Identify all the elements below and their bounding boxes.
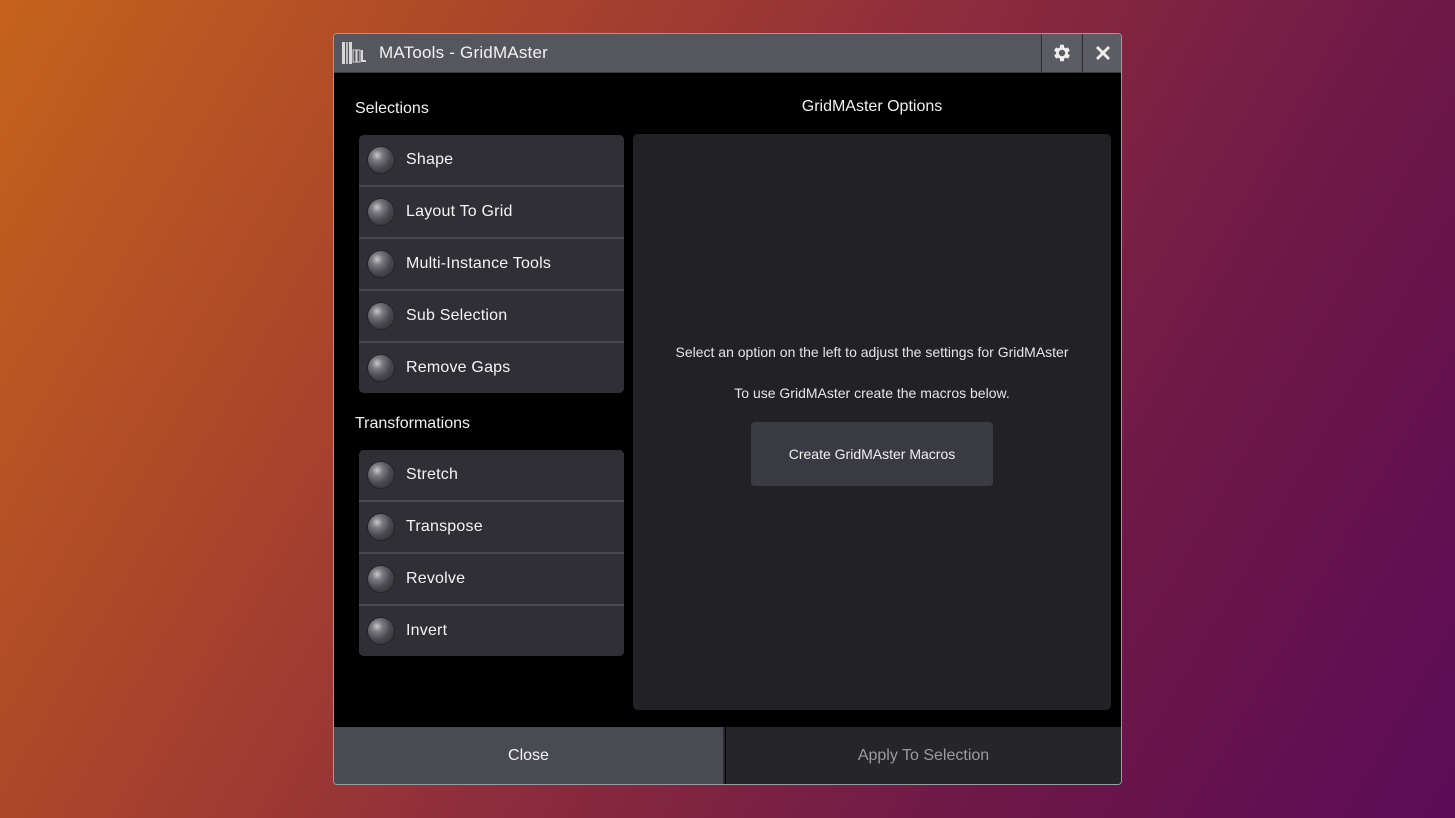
selection-item-shape[interactable]: Shape [359,135,624,187]
transformation-item-stretch[interactable]: Stretch [359,450,624,502]
selection-item-label: Multi-Instance Tools [406,255,552,272]
options-macro-hint: To use GridMAster create the macros belo… [734,385,1010,401]
options-panel: Select an option on the left to adjust t… [633,134,1111,710]
radio-ball-icon [368,462,394,488]
close-icon [1095,46,1110,60]
settings-button[interactable] [1041,34,1081,72]
selection-item-label: Layout To Grid [406,203,513,220]
selections-heading: Selections [355,100,429,117]
create-macros-button[interactable]: Create GridMAster Macros [751,422,993,486]
transformation-item-label: Revolve [406,570,466,587]
transformation-item-label: Invert [406,622,448,639]
options-heading: GridMAster Options [801,98,943,115]
selection-item-layout-to-grid[interactable]: Layout To Grid [359,187,624,239]
radio-ball-icon [368,566,394,592]
transformation-item-label: Transpose [406,518,483,535]
radio-ball-icon [368,147,394,173]
selection-item-multi-instance-tools[interactable]: Multi-Instance Tools [359,239,624,291]
transformation-item-label: Stretch [406,466,459,483]
footer-bar: Close Apply To Selection [334,727,1121,784]
transformation-item-invert[interactable]: Invert [359,606,624,656]
transformations-heading: Transformations [355,415,470,432]
radio-ball-icon [368,199,394,225]
selection-item-remove-gaps[interactable]: Remove Gaps [359,343,624,393]
selection-item-label: Sub Selection [406,307,508,324]
gear-icon [1053,44,1070,62]
selections-list: Shape Layout To Grid Multi-Instance Tool… [359,135,624,393]
transformation-item-revolve[interactable]: Revolve [359,554,624,606]
window-title: MATools - GridMAster [379,43,548,62]
gridmaster-window: MATools - GridMAster Selections Shape La… [333,33,1122,785]
transformation-item-transpose[interactable]: Transpose [359,502,624,554]
selection-item-sub-selection[interactable]: Sub Selection [359,291,624,343]
radio-ball-icon [368,303,394,329]
options-info-text: Select an option on the left to adjust t… [675,344,1069,360]
radio-ball-icon [368,618,394,644]
close-button[interactable]: Close [334,727,725,784]
radio-ball-icon [368,251,394,277]
transformations-list: Stretch Transpose Revolve Invert [359,450,624,656]
selection-item-label: Shape [406,151,454,168]
radio-ball-icon [368,514,394,540]
matools-logo-icon [342,42,366,64]
radio-ball-icon [368,355,394,381]
selection-item-label: Remove Gaps [406,359,511,376]
title-bar[interactable]: MATools - GridMAster [334,34,1121,73]
apply-to-selection-button[interactable]: Apply To Selection [726,727,1121,784]
close-window-button[interactable] [1082,34,1121,72]
